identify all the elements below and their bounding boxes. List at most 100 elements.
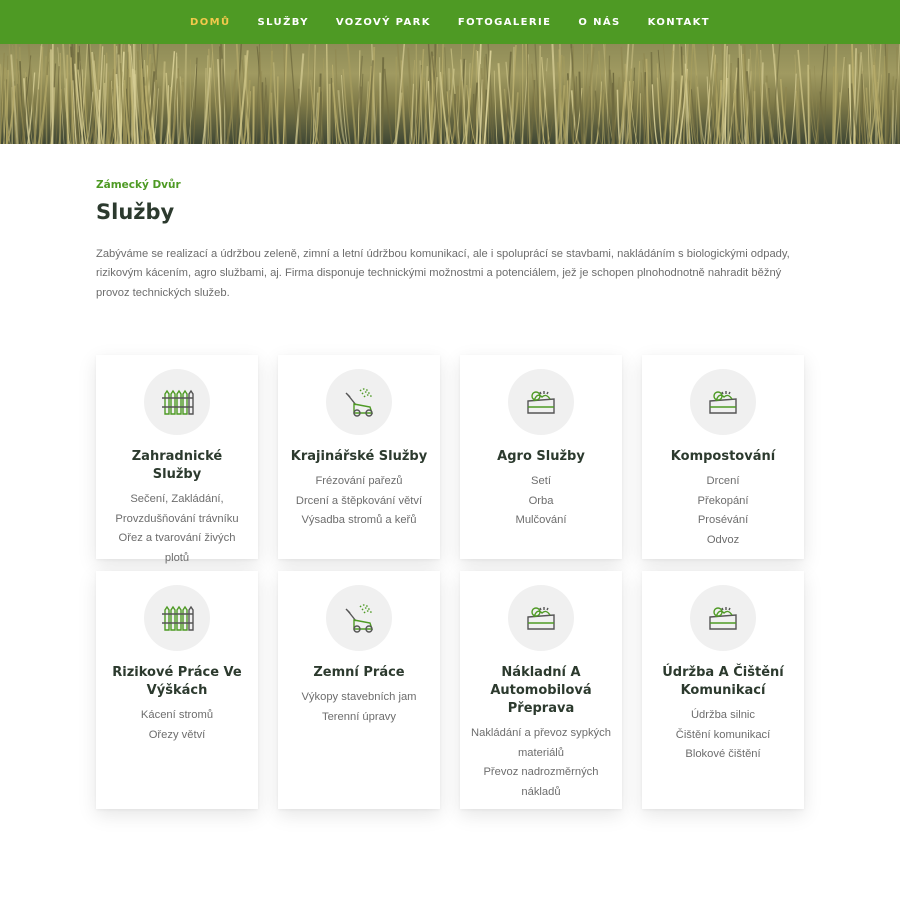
service-title: Agro Služby bbox=[497, 449, 585, 464]
grass-blade bbox=[551, 44, 558, 144]
page-title: Služby bbox=[96, 200, 175, 224]
grass-blade bbox=[645, 58, 650, 144]
service-item: Kácení stromů bbox=[140, 709, 214, 721]
service-list: Kácení stromů Ořezy větví bbox=[106, 706, 248, 745]
service-card[interactable]: Krajinářské Služby Frézování pařezů Drce… bbox=[278, 355, 440, 559]
intro-paragraph: Zabýváme se realizací a údržbou zeleně, … bbox=[96, 248, 790, 299]
service-item: Orba bbox=[528, 494, 554, 507]
service-item: Frézování pařezů bbox=[315, 475, 403, 487]
garden-planter-icon bbox=[690, 369, 756, 435]
nav-item-kontakt[interactable]: KONTAKT bbox=[634, 17, 723, 28]
mower-svg bbox=[345, 604, 373, 633]
grass-blade bbox=[305, 44, 310, 144]
service-item: Údržba silnic bbox=[690, 709, 756, 721]
service-list: Frézování pařezů Drcení a štěpkování vět… bbox=[288, 472, 430, 531]
nav-item-fotogalerie[interactable]: FOTOGALERIE bbox=[444, 17, 564, 28]
garden-planter-icon bbox=[508, 369, 574, 435]
mower-svg bbox=[345, 388, 373, 417]
grass-blade bbox=[325, 44, 329, 144]
nav-item-o-nas[interactable]: O NÁS bbox=[565, 17, 634, 28]
grass-blade bbox=[819, 91, 829, 144]
grass-blade bbox=[797, 78, 801, 144]
grass-blade bbox=[833, 44, 838, 144]
service-item: Převoz nadrozměrných nákladů bbox=[483, 766, 599, 798]
service-item: Terenní úpravy bbox=[321, 710, 396, 723]
nav-item-vozovy-park[interactable]: VOZOVÝ PARK bbox=[322, 17, 444, 28]
grass-blade bbox=[261, 82, 265, 144]
grass-blade bbox=[727, 54, 731, 144]
service-card[interactable]: Zemní Práce Výkopy stavebních jam Terenn… bbox=[278, 571, 440, 809]
grass-blade bbox=[790, 73, 797, 144]
grass-blade bbox=[159, 61, 166, 144]
fence-svg bbox=[162, 605, 194, 631]
service-title: Údržba A Čištění Komunikací bbox=[662, 665, 784, 698]
service-item: Nakládání a převoz sypkých materiálů bbox=[471, 727, 611, 759]
grass-blade bbox=[493, 70, 498, 144]
planter-svg bbox=[709, 391, 737, 414]
lawn-mower-icon bbox=[326, 585, 392, 651]
service-item: Drcení bbox=[706, 475, 740, 487]
grass-blade bbox=[607, 55, 611, 144]
service-list: Setí Orba Mulčování bbox=[470, 472, 612, 531]
planter-svg bbox=[527, 607, 555, 630]
grass-blade bbox=[771, 44, 781, 144]
grass-blade bbox=[108, 80, 112, 144]
grass-blade bbox=[526, 44, 529, 144]
service-list: Výkopy stavebních jam Terenní úpravy bbox=[288, 688, 430, 727]
garden-planter-icon bbox=[690, 585, 756, 651]
fence-icon bbox=[144, 369, 210, 435]
service-card[interactable]: Údržba A Čištění Komunikací Údržba silni… bbox=[642, 571, 804, 809]
service-item: Provzdušňování trávníku bbox=[115, 512, 239, 525]
service-card[interactable]: Nákladní A Automobilová Přeprava Nakládá… bbox=[460, 571, 622, 809]
service-item: Drcení a štěpkování větví bbox=[295, 494, 423, 507]
service-item: Výkopy stavebních jam bbox=[301, 691, 417, 703]
service-card[interactable]: Kompostování Drcení Překopání Prosévání … bbox=[642, 355, 804, 559]
service-item: Odvoz bbox=[706, 533, 740, 546]
planter-svg bbox=[709, 607, 737, 630]
grass-blade bbox=[656, 63, 663, 144]
service-card[interactable]: Agro Služby Setí Orba Mulčování bbox=[460, 355, 622, 559]
service-card[interactable]: Zahradnické Služby Sečení, Zakládání, Pr… bbox=[96, 355, 258, 564]
service-title: Kompostování bbox=[670, 449, 776, 464]
grass-blade bbox=[383, 68, 393, 144]
grass-blade bbox=[330, 77, 333, 144]
service-list: Nakládání a převoz sypkých materiálů Pře… bbox=[470, 724, 612, 802]
fence-icon bbox=[144, 585, 210, 651]
grass-blade bbox=[394, 56, 397, 144]
grass-blade bbox=[578, 71, 584, 144]
garden-planter-icon bbox=[508, 585, 574, 651]
service-card[interactable]: Rizikové Práce Ve Výškách Kácení stromů … bbox=[96, 571, 258, 809]
main-navigation: DOMŮ SLUŽBY VOZOVÝ PARK FOTOGALERIE O NÁ… bbox=[0, 0, 900, 44]
service-item: Překopání bbox=[697, 494, 749, 507]
grass-blade bbox=[612, 72, 615, 144]
service-item: Ořez a tvarování živých plotů bbox=[118, 532, 236, 564]
grass-blade bbox=[861, 73, 864, 144]
grass-blade bbox=[734, 79, 738, 144]
grass-blade bbox=[276, 76, 279, 144]
grass-blade bbox=[807, 64, 810, 144]
service-item: Setí bbox=[531, 475, 551, 487]
service-title: Zemní Práce bbox=[313, 665, 405, 680]
grass-blade bbox=[342, 69, 351, 144]
service-title: Krajinářské Služby bbox=[290, 449, 428, 464]
service-item: Blokové čištění bbox=[685, 748, 761, 761]
grass-blade bbox=[270, 92, 275, 144]
service-item: Prosévání bbox=[697, 514, 749, 527]
grass-blade bbox=[497, 63, 506, 144]
nav-item-domu[interactable]: DOMŮ bbox=[177, 17, 244, 28]
service-list: Drcení Překopání Prosévání Odvoz bbox=[652, 472, 794, 550]
planter-svg bbox=[527, 391, 555, 414]
grass-blade bbox=[168, 86, 172, 144]
grass-blade bbox=[634, 60, 641, 144]
grass-blade bbox=[381, 57, 385, 144]
nav-item-sluzby[interactable]: SLUŽBY bbox=[244, 17, 322, 28]
grass-blade bbox=[208, 48, 212, 144]
service-title: Nákladní A Automobilová Přeprava bbox=[490, 665, 592, 716]
service-title: Zahradnické Služby bbox=[131, 449, 223, 482]
section-subtitle: Zámecký Dvůr bbox=[96, 179, 181, 191]
services-grid: Zahradnické Služby Sečení, Zakládání, Pr… bbox=[96, 355, 804, 809]
grass-blade bbox=[616, 89, 621, 144]
grass-blade bbox=[27, 44, 37, 144]
hero-grass-banner bbox=[0, 44, 900, 144]
service-item: Ořezy větví bbox=[148, 728, 206, 741]
